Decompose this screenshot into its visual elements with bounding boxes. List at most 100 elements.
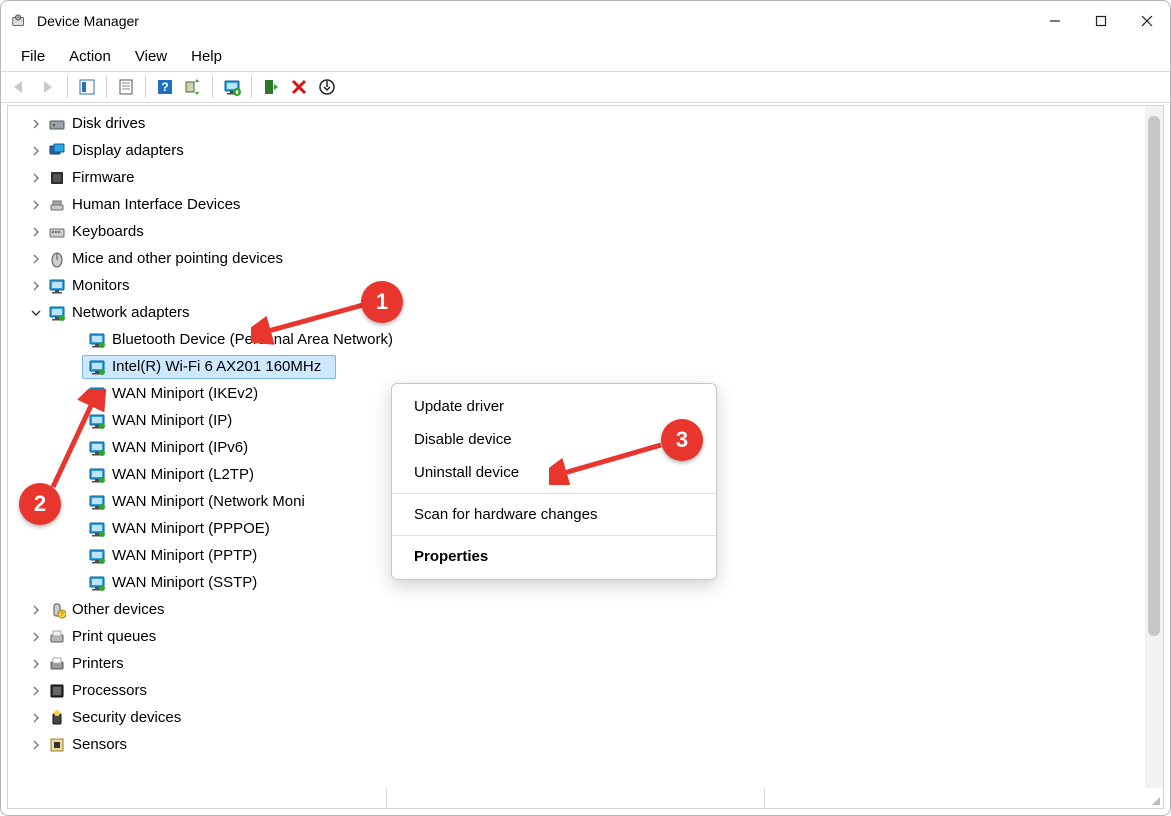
svg-text:?: ?: [161, 80, 168, 94]
chevron-right-icon[interactable]: [28, 656, 44, 672]
tree-item[interactable]: Display adapters: [8, 137, 1163, 164]
tree-item[interactable]: Mice and other pointing devices: [8, 245, 1163, 272]
security-icon: [48, 709, 66, 727]
forward-button[interactable]: [35, 74, 61, 100]
ctx-sep: [392, 535, 716, 536]
cpu-icon: [48, 682, 66, 700]
net-icon: [88, 493, 106, 511]
tree-item[interactable]: Print queues: [8, 623, 1163, 650]
update-driver-button[interactable]: [219, 74, 245, 100]
tree-item-label: Keyboards: [72, 223, 152, 240]
tree-item[interactable]: Keyboards: [8, 218, 1163, 245]
chevron-right-icon[interactable]: [28, 710, 44, 726]
show-hide-tree-button[interactable]: [74, 74, 100, 100]
tree-item-label: Disk drives: [72, 115, 153, 132]
net-icon: [88, 358, 106, 376]
chevron-right-icon[interactable]: [28, 116, 44, 132]
ctx-sep: [392, 493, 716, 494]
back-button[interactable]: [7, 74, 33, 100]
net-icon: [88, 439, 106, 457]
net-icon: [88, 574, 106, 592]
scrollbar-thumb[interactable]: [1148, 116, 1160, 636]
tree-item[interactable]: Processors: [8, 677, 1163, 704]
sensor-icon: [48, 736, 66, 754]
ctx-properties[interactable]: Properties: [392, 540, 716, 573]
statusbar: [8, 788, 1163, 808]
tree-item[interactable]: Other devices: [8, 596, 1163, 623]
tree-item[interactable]: Firmware: [8, 164, 1163, 191]
chevron-right-icon[interactable]: [28, 629, 44, 645]
vertical-scrollbar[interactable]: [1145, 106, 1163, 788]
tree-item-label: WAN Miniport (PPTP): [112, 547, 265, 564]
window-title: Device Manager: [37, 13, 1032, 29]
tree-item-label: Firmware: [72, 169, 143, 186]
help-button[interactable]: ?: [152, 74, 178, 100]
tree-item[interactable]: Network adapters: [8, 299, 1163, 326]
menu-help[interactable]: Help: [179, 44, 234, 69]
uninstall-device-button[interactable]: [286, 74, 312, 100]
tree-item-label: Mice and other pointing devices: [72, 250, 291, 267]
ctx-update-driver[interactable]: Update driver: [392, 390, 716, 423]
chevron-right-icon[interactable]: [28, 197, 44, 213]
tree-item-label: WAN Miniport (IP): [112, 412, 240, 429]
keyboard-icon: [48, 223, 66, 241]
tree-item-label: WAN Miniport (IKEv2): [112, 385, 266, 402]
toolbar-sep: [251, 76, 252, 98]
tree-item[interactable]: Bluetooth Device (Personal Area Network): [8, 326, 1163, 353]
hid-icon: [48, 196, 66, 214]
annotation-bubble-2: 2: [19, 483, 61, 525]
chevron-right-icon[interactable]: [28, 224, 44, 240]
net-icon: [88, 412, 106, 430]
chevron-right-icon[interactable]: [28, 170, 44, 186]
menu-view[interactable]: View: [123, 44, 179, 69]
menu-action[interactable]: Action: [57, 44, 123, 69]
app-icon: [11, 13, 27, 29]
resize-grip[interactable]: [1143, 788, 1163, 808]
tree-item-label: Network adapters: [72, 304, 198, 321]
scan-hardware-button[interactable]: [180, 74, 206, 100]
tree-item-label: Print queues: [72, 628, 164, 645]
tree-item-label: Display adapters: [72, 142, 192, 159]
tree-item-label: Security devices: [72, 709, 189, 726]
close-button[interactable]: [1124, 1, 1170, 41]
menubar: File Action View Help: [1, 41, 1170, 71]
chevron-right-icon[interactable]: [28, 251, 44, 267]
tree-item[interactable]: Disk drives: [8, 110, 1163, 137]
net-icon: [88, 466, 106, 484]
monitor-icon: [48, 277, 66, 295]
net-icon: [88, 520, 106, 538]
disable-device-button[interactable]: [314, 74, 340, 100]
titlebar: Device Manager: [1, 1, 1170, 41]
tree-item-label: Processors: [72, 682, 155, 699]
other-icon: [48, 601, 66, 619]
chevron-right-icon[interactable]: [28, 737, 44, 753]
menu-file[interactable]: File: [9, 44, 57, 69]
tree-item-label: WAN Miniport (L2TP): [112, 466, 262, 483]
tree-item[interactable]: Security devices: [8, 704, 1163, 731]
chevron-right-icon[interactable]: [28, 602, 44, 618]
display-icon: [48, 142, 66, 160]
printq-icon: [48, 628, 66, 646]
chevron-right-icon[interactable]: [28, 278, 44, 294]
enable-device-button[interactable]: [258, 74, 284, 100]
toolbar-sep: [212, 76, 213, 98]
tree-item-label: Bluetooth Device (Personal Area Network): [112, 331, 401, 348]
tree-item[interactable]: Monitors: [8, 272, 1163, 299]
toolbar-sep: [145, 76, 146, 98]
chevron-right-icon[interactable]: [28, 143, 44, 159]
chevron-right-icon[interactable]: [28, 683, 44, 699]
tree-item[interactable]: Intel(R) Wi-Fi 6 AX201 160MHz: [8, 353, 1163, 380]
tree-item-label: Human Interface Devices: [72, 196, 248, 213]
chevron-down-icon[interactable]: [28, 305, 44, 321]
tree-item[interactable]: Sensors: [8, 731, 1163, 758]
window-controls: [1032, 1, 1170, 41]
net-icon: [88, 547, 106, 565]
ctx-uninstall-device[interactable]: Uninstall device: [392, 456, 716, 489]
properties-button[interactable]: [113, 74, 139, 100]
maximize-button[interactable]: [1078, 1, 1124, 41]
tree-item[interactable]: Printers: [8, 650, 1163, 677]
minimize-button[interactable]: [1032, 1, 1078, 41]
printer-icon: [48, 655, 66, 673]
tree-item[interactable]: Human Interface Devices: [8, 191, 1163, 218]
ctx-scan-hardware[interactable]: Scan for hardware changes: [392, 498, 716, 531]
